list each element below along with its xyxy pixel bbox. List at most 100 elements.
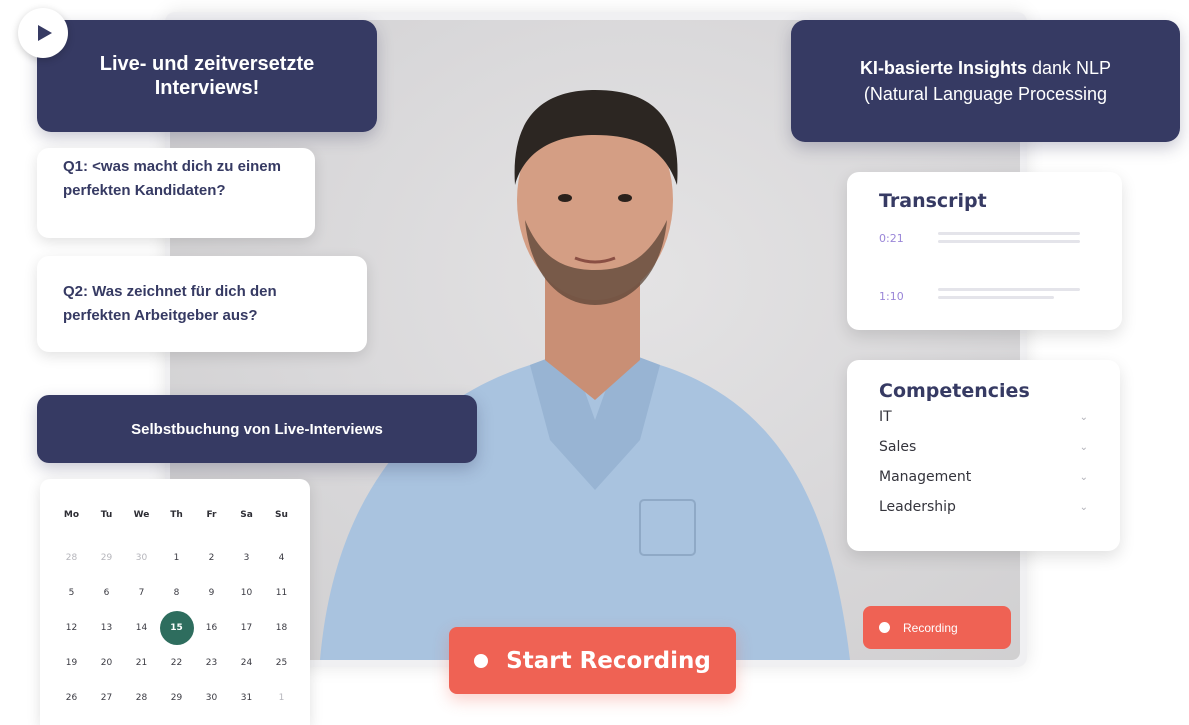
calendar-day[interactable]: 1 — [264, 681, 299, 716]
calendar-day[interactable]: 29 — [89, 541, 124, 576]
calendar-day-label: 20 — [100, 658, 113, 668]
calendar-day-label: 22 — [170, 658, 183, 668]
weekday-header: Tu — [100, 510, 113, 520]
weekday-header: Sa — [240, 510, 253, 520]
calendar-day[interactable]: 28 — [124, 681, 159, 716]
chevron-down-icon: ⌄ — [1079, 471, 1088, 483]
calendar-day-label: 30 — [135, 553, 148, 563]
insights-bold: KI-basierte Insights — [859, 58, 1027, 78]
weekday-header: We — [133, 510, 150, 520]
calendar-day-label: 30 — [205, 693, 218, 703]
calendar-day-label: 19 — [65, 658, 78, 668]
calendar-day[interactable]: 23 — [194, 646, 229, 681]
calendar-day[interactable]: 24 — [229, 646, 264, 681]
calendar-day[interactable]: 2 — [194, 541, 229, 576]
competency-label: Sales — [879, 439, 917, 455]
calendar-day[interactable]: 19 — [54, 646, 89, 681]
weekday-header: Th — [170, 510, 183, 520]
calendar-widget: Mo Tu We Th Fr Sa Su 28 29 30 1 2 3 4 5 6 7 8 9 10 11 12 13 14 1… — [40, 479, 310, 725]
play-button[interactable] — [18, 8, 68, 58]
calendar-day[interactable]: 29 — [159, 681, 194, 716]
calendar-day-label: 7 — [138, 588, 145, 598]
calendar-day[interactable]: 20 — [89, 646, 124, 681]
transcript-card: Transcript 0:21 1:10 — [847, 172, 1122, 330]
weekday-header: Fr — [206, 510, 217, 520]
calendar-day-label: 28 — [135, 693, 148, 703]
chevron-down-icon: ⌄ — [1079, 411, 1088, 423]
calendar-day[interactable]: 13 — [89, 611, 124, 646]
calendar-day-label: 16 — [205, 623, 218, 633]
calendar-day-selected[interactable]: 15 — [159, 611, 194, 646]
start-recording-button[interactable]: Start Recording — [449, 627, 736, 694]
calendar-day[interactable]: 21 — [124, 646, 159, 681]
calendar-day-label: 15 — [159, 611, 194, 645]
calendar-day[interactable]: 10 — [229, 576, 264, 611]
transcript-time: 1:10 — [879, 290, 904, 303]
calendar-day-label: 27 — [100, 693, 113, 703]
calendar-day[interactable]: 6 — [89, 576, 124, 611]
insights-rest: dank NLP — [1026, 58, 1112, 78]
calendar-day-label: 8 — [173, 588, 180, 598]
calendar-day-label: 24 — [240, 658, 253, 668]
calendar-day-label: 29 — [100, 553, 113, 563]
calendar-day[interactable]: 8 — [159, 576, 194, 611]
calendar-day-label: 26 — [65, 693, 78, 703]
competency-item-leadership[interactable]: Leadership ⌄ — [879, 492, 1088, 522]
calendar-day[interactable]: 25 — [264, 646, 299, 681]
calendar-day[interactable]: 17 — [229, 611, 264, 646]
calendar-day-label: 9 — [208, 588, 215, 598]
recording-button[interactable]: Recording — [863, 606, 1011, 649]
calendar-day[interactable]: 3 — [229, 541, 264, 576]
competency-label: Leadership — [879, 499, 956, 515]
question-text-2: Q2: Was zeichnet für dich den perfekten … — [63, 283, 277, 324]
calendar-day[interactable]: 26 — [54, 681, 89, 716]
headline-text: Live- und zeitversetzte Interviews! — [99, 53, 315, 99]
calendar-day-label: 5 — [68, 588, 75, 598]
start-recording-label: Start Recording — [506, 647, 711, 674]
calendar-day-label: 4 — [278, 553, 285, 563]
calendar-day[interactable]: 9 — [194, 576, 229, 611]
self-booking-label: Selbstbuchung von Live-Interviews — [131, 420, 383, 438]
calendar-day-label: 1 — [278, 693, 285, 703]
transcript-text-line — [938, 288, 1080, 291]
record-dot-icon — [474, 653, 489, 668]
competency-item-sales[interactable]: Sales ⌄ — [879, 432, 1088, 462]
transcript-text-line — [938, 296, 1054, 299]
question-card-2: Q2: Was zeichnet für dich den perfekten … — [37, 256, 367, 352]
competency-item-management[interactable]: Management ⌄ — [879, 462, 1088, 492]
calendar-day[interactable]: 30 — [124, 541, 159, 576]
calendar-day[interactable]: 12 — [54, 611, 89, 646]
self-booking-button[interactable]: Selbstbuchung von Live-Interviews — [37, 395, 477, 463]
calendar-day-label: 29 — [170, 693, 183, 703]
calendar-day[interactable]: 22 — [159, 646, 194, 681]
question-text-1: Q1: <was macht dich zu einem perfekten K… — [63, 158, 281, 199]
calendar-day[interactable]: 31 — [229, 681, 264, 716]
calendar-day-label: 17 — [240, 623, 253, 633]
calendar-day[interactable]: 14 — [124, 611, 159, 646]
calendar-day[interactable]: 1 — [159, 541, 194, 576]
calendar-day[interactable]: 11 — [264, 576, 299, 611]
record-dot-icon — [879, 622, 890, 633]
calendar-day[interactable]: 30 — [194, 681, 229, 716]
calendar-day-label: 14 — [135, 623, 148, 633]
headline-card: Live- und zeitversetzte Interviews! — [37, 20, 377, 132]
transcript-entry[interactable]: 0:21 — [879, 212, 1090, 270]
weekday-header: Mo — [63, 510, 80, 520]
competency-item-it[interactable]: IT ⌄ — [879, 402, 1088, 432]
calendar-day-label: 1 — [173, 553, 180, 563]
calendar-day[interactable]: 16 — [194, 611, 229, 646]
recording-label: Recording — [903, 620, 958, 635]
calendar-day[interactable]: 27 — [89, 681, 124, 716]
transcript-title: Transcript — [879, 190, 987, 212]
transcript-entry[interactable]: 1:10 — [879, 270, 1090, 328]
play-icon — [38, 25, 52, 41]
calendar-day[interactable]: 28 — [54, 541, 89, 576]
competency-label: IT — [879, 409, 892, 425]
calendar-day-label: 13 — [100, 623, 113, 633]
calendar-day-label: 28 — [65, 553, 78, 563]
calendar-day[interactable]: 18 — [264, 611, 299, 646]
calendar-day[interactable]: 4 — [264, 541, 299, 576]
calendar-day-label: 21 — [135, 658, 148, 668]
calendar-day[interactable]: 7 — [124, 576, 159, 611]
calendar-day[interactable]: 5 — [54, 576, 89, 611]
